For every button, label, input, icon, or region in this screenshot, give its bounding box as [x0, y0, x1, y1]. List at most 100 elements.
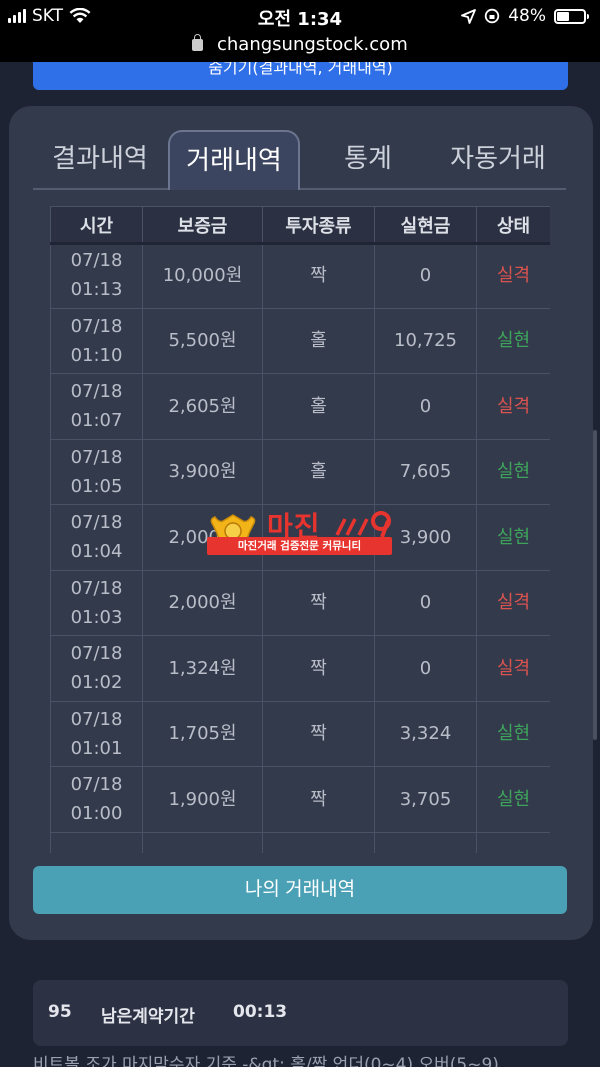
- header-status: 상태: [476, 206, 550, 243]
- deposit-cell: 2,605원: [142, 373, 263, 440]
- time-cell: 07/18: [50, 831, 143, 853]
- table-header-row: 시간 보증금 투자종류 실현금 상태: [50, 206, 550, 243]
- toggle-history-label: 숨기기(결과내역, 거래내역): [208, 62, 393, 77]
- time-cell: 07/18 01:05: [50, 438, 143, 505]
- table-row: 07/18 01:03 2,000원 짝 0 실격: [50, 569, 550, 636]
- table-row: 07/18 01:07 2,605원 홀 0 실격: [50, 373, 550, 440]
- date-text: 07/18: [70, 708, 123, 730]
- date-text: 07/18: [70, 577, 123, 599]
- contract-info-box: 95 남은계약기간 00:13: [33, 980, 568, 1046]
- time-text: 01:07: [70, 410, 123, 432]
- realized-cell: 3,705: [374, 766, 477, 833]
- date-text: 07/18: [70, 774, 123, 796]
- time-cell: 07/18 01:10: [50, 307, 143, 374]
- type-cell: 짝: [262, 569, 375, 636]
- time-text: 01:13: [70, 279, 123, 301]
- watermark-number-icon: [335, 511, 391, 538]
- tab-stats[interactable]: 통계: [313, 130, 423, 190]
- header-deposit: 보증금: [142, 206, 263, 243]
- date-text: 07/18: [51, 850, 142, 853]
- status-bar: SKT 오전 1:34 48%: [0, 0, 600, 34]
- url-bar[interactable]: changsungstock.com: [0, 34, 600, 62]
- type-cell: 짝: [262, 700, 375, 767]
- table-row: 07/18 01:02 1,324원 짝 0 실격: [50, 635, 550, 702]
- tab-label: 결과내역: [52, 144, 148, 174]
- round-number: 95: [48, 1002, 72, 1022]
- date-text: 07/18: [70, 381, 123, 403]
- battery-fill: [557, 11, 570, 21]
- tab-trades[interactable]: 거래내역: [168, 130, 300, 190]
- deposit-cell: 1,900원: [142, 766, 263, 833]
- time-cell: 07/18 01:02: [50, 635, 143, 702]
- deposit-cell: 3,900원: [142, 438, 263, 505]
- tab-auto-trade[interactable]: 자동거래: [428, 130, 568, 190]
- type-cell: 홀: [262, 307, 375, 374]
- deposit-cell: 10,000원: [142, 242, 263, 309]
- type-cell: 홀: [262, 438, 375, 505]
- location-icon: [461, 8, 477, 24]
- time-text: 01:05: [70, 475, 123, 497]
- status-right: 48%: [461, 6, 589, 26]
- toggle-history-button[interactable]: 숨기기(결과내역, 거래내역): [33, 62, 568, 90]
- date-text: 07/18: [70, 315, 123, 337]
- my-history-button[interactable]: 나의 거래내역: [33, 866, 567, 914]
- time-cell: 07/18 01:00: [50, 766, 143, 833]
- time-text: 01:00: [70, 803, 123, 825]
- orientation-lock-icon: [485, 8, 500, 24]
- date-text: 07/18: [70, 446, 123, 468]
- time-text: 01:04: [70, 541, 123, 563]
- status-cell: 실현: [476, 766, 550, 833]
- tab-label: 자동거래: [450, 144, 546, 174]
- watermark-subtitle: 마진거래 검증전문 커뮤니티: [207, 537, 392, 555]
- table-row: 07/18 01:10 5,500원 홀 10,725 실현: [50, 307, 550, 374]
- status-cell: [476, 831, 550, 853]
- url-text: changsungstock.com: [217, 34, 408, 55]
- table-row: 07/18 01:13 10,000원 짝 0 실격: [50, 242, 550, 309]
- status-cell: 실현: [476, 700, 550, 767]
- deposit-cell: 5,500원: [142, 307, 263, 374]
- status-cell: 실현: [476, 307, 550, 374]
- remaining-label: 남은계약기간: [101, 1007, 195, 1027]
- header-time: 시간: [50, 206, 143, 243]
- rules-text: 비트볼 조가 마지막수자 기준 -&gt; 홀/짝 언더(0~4) 오버(5~9…: [33, 1055, 499, 1067]
- time-text: 01:10: [70, 344, 123, 366]
- time-cell: 07/18 01:13: [50, 242, 143, 309]
- realized-cell: 3,324: [374, 700, 477, 767]
- status-cell: 실격: [476, 373, 550, 440]
- realized-cell: 0: [374, 373, 477, 440]
- realized-cell: 10,725: [374, 307, 477, 374]
- date-text: 07/18: [70, 643, 123, 665]
- realized-cell: [374, 831, 477, 853]
- table-row: 07/18 01:05 3,900원 홀 7,605 실현: [50, 438, 550, 505]
- battery-percent: 48%: [508, 6, 546, 26]
- header-type: 투자종류: [262, 206, 375, 243]
- table-row: 07/18: [50, 831, 550, 853]
- tab-label: 통계: [344, 144, 392, 174]
- type-cell: 짝: [262, 766, 375, 833]
- time-cell: 07/18 01:04: [50, 504, 143, 571]
- table-row: 07/18 01:01 1,705원 짝 3,324 실현: [50, 700, 550, 767]
- scrollbar[interactable]: [593, 430, 597, 740]
- time-cell: 07/18 01:03: [50, 569, 143, 636]
- tab-bar: 결과내역 거래내역 통계 자동거래: [33, 130, 566, 190]
- deposit-cell: 1,324원: [142, 635, 263, 702]
- date-text: 07/18: [70, 512, 123, 534]
- status-cell: 실현: [476, 438, 550, 505]
- header-divider: [50, 242, 550, 245]
- table-row: 07/18 01:00 1,900원 짝 3,705 실현: [50, 766, 550, 833]
- status-cell: 실격: [476, 635, 550, 702]
- watermark: 마진 마진거래 검증전문 커뮤니티: [207, 509, 397, 557]
- deposit-cell: 2,000원: [142, 569, 263, 636]
- tab-results[interactable]: 결과내역: [33, 130, 167, 190]
- status-cell: 실격: [476, 242, 550, 309]
- date-text: 07/18: [70, 250, 123, 272]
- battery-icon: [554, 8, 589, 24]
- remaining-time: 00:13: [233, 1002, 288, 1022]
- tab-label: 거래내역: [186, 146, 282, 176]
- type-cell: 홀: [262, 373, 375, 440]
- type-cell: 짝: [262, 242, 375, 309]
- type-cell: [262, 831, 375, 853]
- deposit-cell: [142, 831, 263, 853]
- deposit-cell: 1,705원: [142, 700, 263, 767]
- time-cell: 07/18 01:07: [50, 373, 143, 440]
